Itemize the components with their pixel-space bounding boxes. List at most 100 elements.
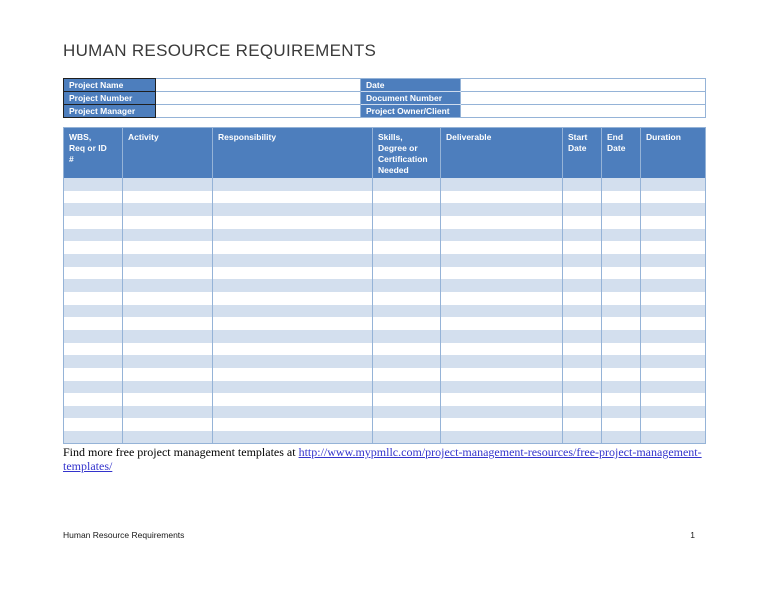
table-cell[interactable]	[63, 279, 123, 292]
table-cell[interactable]	[63, 329, 123, 343]
table-cell[interactable]	[601, 342, 641, 356]
table-cell[interactable]	[372, 241, 441, 254]
table-cell[interactable]	[212, 431, 373, 445]
table-cell[interactable]	[212, 228, 373, 242]
table-cell[interactable]	[63, 418, 123, 432]
table-cell[interactable]	[640, 405, 706, 419]
table-cell[interactable]	[562, 291, 602, 305]
table-cell[interactable]	[562, 215, 602, 229]
table-cell[interactable]	[63, 367, 123, 381]
table-cell[interactable]	[372, 405, 441, 419]
table-cell[interactable]	[440, 418, 563, 432]
table-cell[interactable]	[640, 367, 706, 381]
table-cell[interactable]	[122, 304, 213, 318]
table-cell[interactable]	[440, 178, 563, 191]
table-cell[interactable]	[63, 304, 123, 318]
table-cell[interactable]	[440, 241, 563, 254]
table-cell[interactable]	[640, 241, 706, 254]
table-cell[interactable]	[601, 241, 641, 254]
table-cell[interactable]	[122, 380, 213, 394]
table-cell[interactable]	[440, 190, 563, 204]
table-cell[interactable]	[601, 203, 641, 216]
table-cell[interactable]	[640, 266, 706, 280]
table-cell[interactable]	[212, 291, 373, 305]
table-cell[interactable]	[562, 418, 602, 432]
table-cell[interactable]	[122, 367, 213, 381]
table-cell[interactable]	[640, 228, 706, 242]
table-cell[interactable]	[372, 329, 441, 343]
table-cell[interactable]	[372, 253, 441, 267]
table-cell[interactable]	[212, 178, 373, 191]
table-cell[interactable]	[562, 367, 602, 381]
table-cell[interactable]	[640, 304, 706, 318]
table-cell[interactable]	[122, 279, 213, 292]
table-cell[interactable]	[562, 178, 602, 191]
table-cell[interactable]	[601, 405, 641, 419]
table-cell[interactable]	[640, 203, 706, 216]
table-cell[interactable]	[63, 380, 123, 394]
table-cell[interactable]	[601, 431, 641, 445]
table-cell[interactable]	[63, 431, 123, 445]
table-cell[interactable]	[640, 342, 706, 356]
table-cell[interactable]	[63, 405, 123, 419]
table-cell[interactable]	[640, 291, 706, 305]
table-cell[interactable]	[372, 342, 441, 356]
table-cell[interactable]	[640, 317, 706, 330]
table-cell[interactable]	[212, 405, 373, 419]
table-cell[interactable]	[63, 317, 123, 330]
table-cell[interactable]	[212, 329, 373, 343]
table-cell[interactable]	[640, 178, 706, 191]
table-cell[interactable]	[122, 190, 213, 204]
table-cell[interactable]	[372, 215, 441, 229]
table-cell[interactable]	[372, 266, 441, 280]
table-cell[interactable]	[440, 342, 563, 356]
table-cell[interactable]	[640, 279, 706, 292]
table-cell[interactable]	[562, 380, 602, 394]
table-cell[interactable]	[212, 380, 373, 394]
table-cell[interactable]	[212, 203, 373, 216]
date-field[interactable]	[460, 78, 706, 92]
table-cell[interactable]	[372, 190, 441, 204]
table-cell[interactable]	[212, 304, 373, 318]
table-cell[interactable]	[601, 418, 641, 432]
table-cell[interactable]	[601, 178, 641, 191]
table-cell[interactable]	[440, 291, 563, 305]
table-cell[interactable]	[372, 355, 441, 368]
table-cell[interactable]	[440, 279, 563, 292]
table-cell[interactable]	[640, 190, 706, 204]
table-cell[interactable]	[440, 355, 563, 368]
table-cell[interactable]	[372, 178, 441, 191]
table-cell[interactable]	[63, 203, 123, 216]
table-cell[interactable]	[601, 228, 641, 242]
table-cell[interactable]	[601, 380, 641, 394]
table-cell[interactable]	[372, 380, 441, 394]
table-cell[interactable]	[440, 228, 563, 242]
table-cell[interactable]	[440, 215, 563, 229]
document-number-field[interactable]	[460, 91, 706, 105]
table-cell[interactable]	[122, 317, 213, 330]
table-cell[interactable]	[440, 266, 563, 280]
table-cell[interactable]	[372, 393, 441, 406]
table-cell[interactable]	[440, 317, 563, 330]
table-cell[interactable]	[562, 329, 602, 343]
table-cell[interactable]	[122, 393, 213, 406]
table-cell[interactable]	[601, 279, 641, 292]
table-cell[interactable]	[440, 393, 563, 406]
table-cell[interactable]	[562, 241, 602, 254]
table-cell[interactable]	[601, 367, 641, 381]
table-cell[interactable]	[212, 355, 373, 368]
table-cell[interactable]	[562, 304, 602, 318]
table-cell[interactable]	[562, 393, 602, 406]
table-cell[interactable]	[122, 228, 213, 242]
table-cell[interactable]	[562, 342, 602, 356]
table-cell[interactable]	[562, 279, 602, 292]
table-cell[interactable]	[440, 380, 563, 394]
table-cell[interactable]	[122, 329, 213, 343]
table-cell[interactable]	[601, 329, 641, 343]
table-cell[interactable]	[63, 291, 123, 305]
project-name-field[interactable]	[155, 78, 361, 92]
table-cell[interactable]	[601, 317, 641, 330]
table-cell[interactable]	[372, 317, 441, 330]
table-cell[interactable]	[601, 253, 641, 267]
table-cell[interactable]	[562, 253, 602, 267]
